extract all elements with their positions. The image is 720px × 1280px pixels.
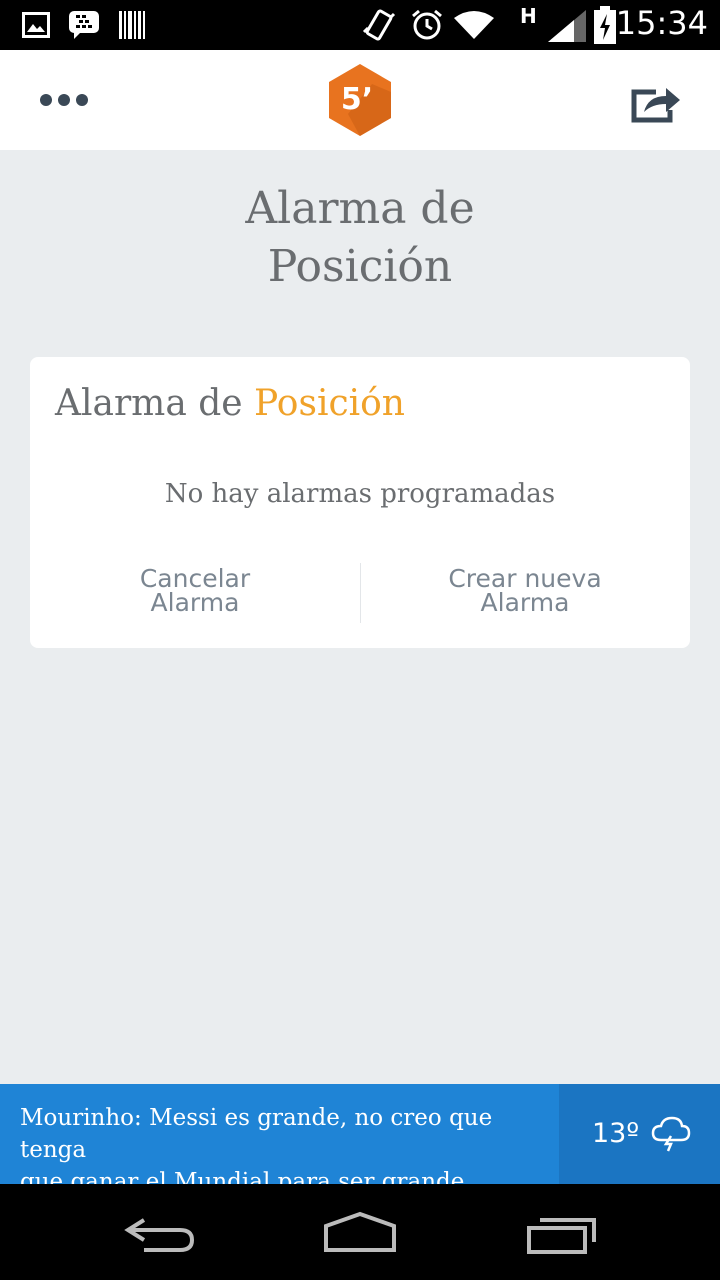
battery-icon — [594, 6, 616, 44]
barcode-icon — [119, 11, 145, 39]
page-title-line2: Posición — [267, 241, 453, 292]
vibrate-icon — [362, 9, 396, 41]
alarm-card: Alarma de Posición No hay alarmas progra… — [30, 357, 690, 648]
create-label-line2: Alarma — [480, 588, 570, 617]
signal-icon — [548, 10, 586, 42]
ticker-line1: Mourinho: Messi es grande, no creo que t… — [20, 1105, 493, 1163]
card-title-accent: Posición — [254, 383, 405, 424]
cancel-label-line2: Alarma — [150, 588, 240, 617]
create-alarm-button[interactable]: Crear nueva Alarma — [360, 566, 690, 617]
recents-icon[interactable] — [526, 1214, 598, 1254]
app-bar: 5’ — [0, 50, 720, 150]
wifi-icon — [454, 11, 494, 39]
cancel-alarm-button[interactable]: Cancelar Alarma — [30, 566, 360, 617]
nav-bar — [0, 1184, 720, 1280]
temperature: 13º — [592, 1118, 640, 1149]
page-title-line1: Alarma de — [245, 183, 475, 234]
weather-widget[interactable]: 13º — [559, 1084, 720, 1184]
back-icon[interactable] — [124, 1214, 196, 1254]
card-title-prefix: Alarma de — [55, 383, 255, 424]
page-title: Alarma de Posición — [0, 180, 720, 296]
logo-text: 5’ — [341, 82, 373, 117]
empty-message: No hay alarmas programadas — [164, 479, 556, 509]
more-icon[interactable] — [38, 90, 90, 110]
network-type: H — [520, 4, 537, 28]
card-title: Alarma de Posición — [55, 383, 405, 424]
status-bar: H 15:34 — [0, 0, 720, 50]
storm-cloud-icon — [651, 1116, 691, 1152]
news-ticker[interactable]: Mourinho: Messi es grande, no creo que t… — [0, 1084, 720, 1195]
clock: 15:34 — [615, 4, 708, 42]
alarm-icon — [412, 9, 442, 40]
bbm-icon — [69, 11, 99, 39]
app-logo: 5’ — [329, 64, 391, 136]
image-icon — [22, 12, 50, 38]
share-icon[interactable] — [630, 80, 682, 124]
home-icon[interactable] — [322, 1210, 398, 1254]
